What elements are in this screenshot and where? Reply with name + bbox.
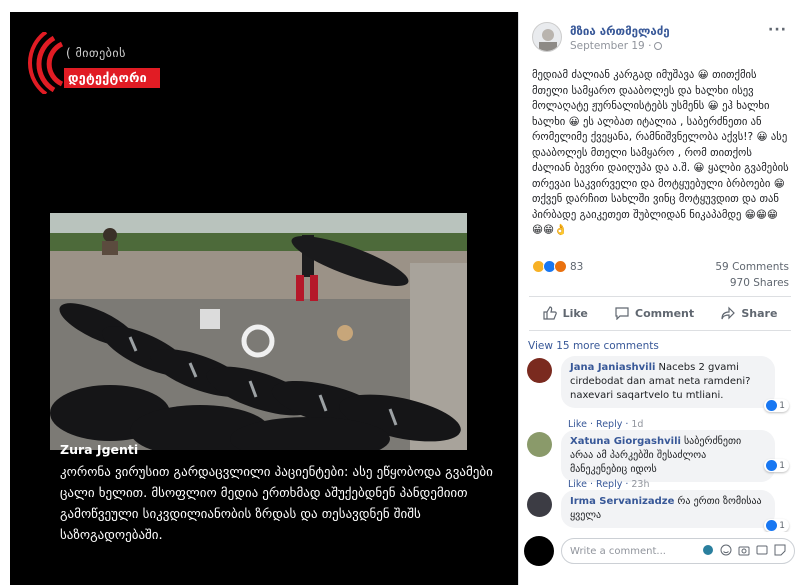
share-button[interactable]: Share xyxy=(721,306,777,320)
comment-like-link[interactable]: Like xyxy=(568,419,587,430)
comment-like-count[interactable]: 1 xyxy=(764,459,789,472)
body-bags-photo xyxy=(50,213,467,450)
commenter-avatar[interactable] xyxy=(527,358,552,383)
comment-likes: 1 xyxy=(779,460,785,471)
globe-icon xyxy=(654,42,663,50)
comment-like-count[interactable]: 1 xyxy=(764,399,789,412)
comment-icon xyxy=(615,307,629,320)
like-reaction-icon xyxy=(766,460,778,471)
comment-likes: 1 xyxy=(779,400,785,411)
comment-bubble: Xatuna Giorgashvili საბერძნეთი არაა ამ პა… xyxy=(561,430,775,482)
poster-avatar[interactable] xyxy=(532,22,562,52)
avatar-sticker-icon[interactable] xyxy=(702,544,714,556)
comment-label: Comment xyxy=(635,306,695,320)
commenter-name[interactable]: Jana Janiashvili xyxy=(570,362,655,373)
caption-author: Zura Jgenti xyxy=(60,442,139,457)
broadcast-arcs-icon xyxy=(28,32,64,94)
like-reaction-icon xyxy=(766,520,778,531)
logo-line-1: ( მითების xyxy=(66,46,126,60)
comment-bubble: Jana Janiashvili Nacebs 2 gvami cirdeboda… xyxy=(561,356,775,408)
like-label: Like xyxy=(562,306,588,320)
commenter-avatar[interactable] xyxy=(527,492,552,517)
like-reaction-icon xyxy=(766,400,778,411)
post-date-text: September 19 · xyxy=(570,40,652,52)
comment-like-count[interactable]: 1 xyxy=(764,519,789,532)
camera-icon[interactable] xyxy=(738,544,750,556)
caption-text: კორონა ვირუსით გარდაცვლილი პაციენტები: ა… xyxy=(60,465,493,543)
comment-time[interactable]: 1d xyxy=(631,419,643,430)
poster-name[interactable]: მზია ართმელაძე xyxy=(570,24,670,38)
myth-detector-logo: ( მითების დეტექტორი xyxy=(10,32,160,94)
divider xyxy=(529,330,791,331)
post-panel: მზია ართმელაძე September 19 · ··· მედიამ… xyxy=(518,12,799,585)
comment-likes: 1 xyxy=(779,520,785,531)
thumbs-up-icon xyxy=(542,306,557,320)
angry-reaction-icon xyxy=(554,260,567,273)
logo-line-2: დეტექტორი xyxy=(64,68,160,88)
view-more-comments-link[interactable]: View 15 more comments xyxy=(528,340,659,352)
comments-count[interactable]: 59 Comments xyxy=(715,259,789,275)
commenter-name[interactable]: Xatuna Giorgashvili xyxy=(570,436,681,447)
more-options-icon[interactable]: ··· xyxy=(768,22,787,38)
comment-meta: Like · Reply · 23h xyxy=(568,479,650,490)
commenter-name[interactable]: Irma Servanizadze xyxy=(570,496,674,507)
sticker-icon[interactable] xyxy=(774,544,786,556)
commenter-avatar[interactable] xyxy=(527,432,552,457)
composer-icons xyxy=(702,544,786,556)
comment-composer: Write a comment... xyxy=(519,532,799,585)
comment-bubble: Irma Servanizadze რა ერთი ზომისაა ყველა xyxy=(561,490,775,528)
post-actions: Like Comment Share xyxy=(529,301,791,325)
comment-meta: Like · Reply · 1d xyxy=(568,419,644,430)
post-body: მედიამ ძალიან კარგად იმუშავა 😀 თითქმის მ… xyxy=(532,69,789,236)
gif-icon[interactable] xyxy=(756,544,768,556)
share-label: Share xyxy=(741,306,778,320)
share-icon xyxy=(721,306,736,320)
current-user-avatar xyxy=(524,536,554,566)
comment-like-link[interactable]: Like xyxy=(568,479,587,490)
emoji-icon[interactable] xyxy=(720,544,732,556)
reactions-count: 83 xyxy=(570,260,584,273)
comment-reply-link[interactable]: Reply xyxy=(596,479,622,490)
like-button[interactable]: Like xyxy=(542,306,588,320)
photo-caption: Zura Jgenti კორონა ვირუსით გარდაცვლილი პ… xyxy=(60,442,500,546)
comment-placeholder: Write a comment... xyxy=(570,545,666,557)
comment-time[interactable]: 23h xyxy=(631,479,649,490)
comment-reply-link[interactable]: Reply xyxy=(596,419,622,430)
comment-button[interactable]: Comment xyxy=(615,306,694,320)
divider xyxy=(529,296,791,297)
post-stats: 59 Comments 970 Shares xyxy=(715,259,789,291)
post-date[interactable]: September 19 · xyxy=(570,40,663,52)
comment-input[interactable]: Write a comment... xyxy=(561,538,795,564)
reactions-summary[interactable]: 83 xyxy=(532,260,583,273)
shares-count[interactable]: 970 Shares xyxy=(715,275,789,291)
media-viewer[interactable]: ( მითების დეტექტორი Zura Jgenti კორონა ვ… xyxy=(10,12,518,585)
